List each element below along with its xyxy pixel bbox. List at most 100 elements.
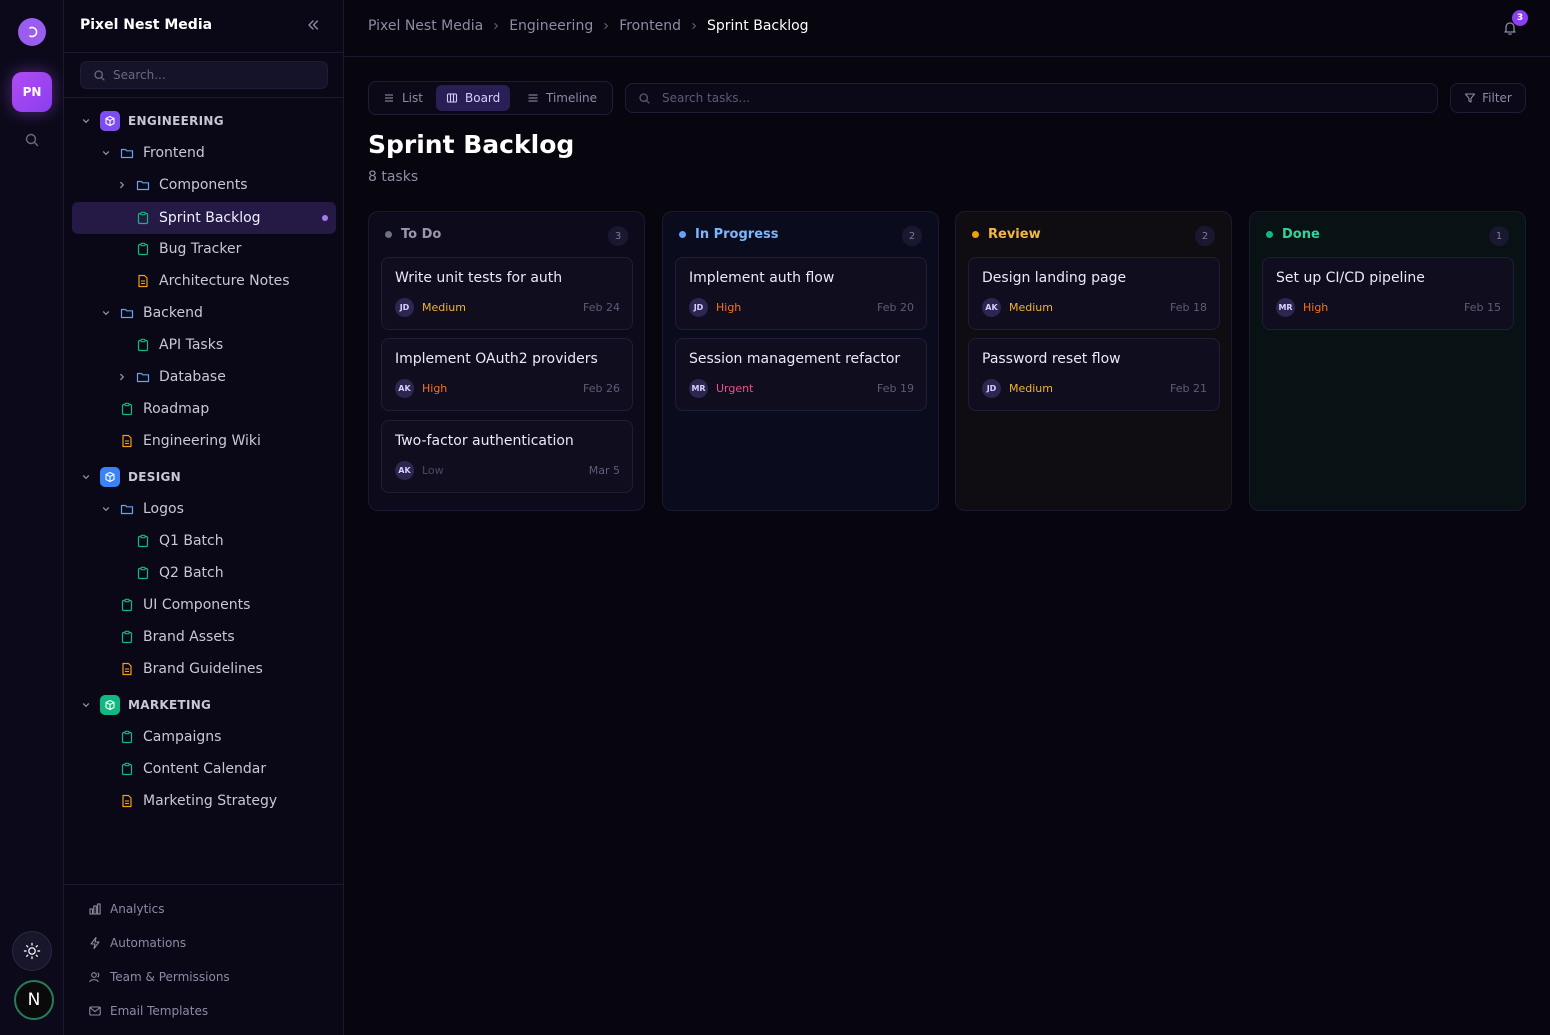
chevron-right-icon [601, 21, 611, 31]
sidebar-item-logos[interactable]: Logos [100, 493, 184, 525]
section-label: DESIGN [128, 470, 181, 484]
task-card[interactable]: Design landing page AK Medium Feb 18 [968, 257, 1220, 330]
breadcrumb-engineering[interactable]: Engineering [509, 18, 593, 34]
theme-toggle-button[interactable] [12, 931, 52, 971]
assignee-avatar: AK [395, 461, 414, 480]
sidebar-item-label: Q2 Batch [159, 565, 224, 581]
task-card[interactable]: Implement OAuth2 providers AK High Feb 2… [381, 338, 633, 411]
lightning-icon [90, 936, 100, 950]
sidebar-search[interactable] [80, 61, 328, 89]
assignee-avatar: AK [395, 379, 414, 398]
column-title: To Do [401, 227, 442, 242]
column-title: Review [988, 227, 1041, 242]
due-date: Feb 20 [877, 301, 914, 314]
column-header: In Progress [679, 227, 779, 242]
task-search[interactable] [625, 83, 1438, 113]
nav-email-templates[interactable]: Email Templates [88, 1001, 208, 1021]
clipboard-icon [120, 402, 134, 416]
collapse-sidebar-icon[interactable] [305, 17, 321, 33]
sidebar-item-database[interactable]: Database [116, 361, 226, 393]
task-card[interactable]: Password reset flow JD Medium Feb 21 [968, 338, 1220, 411]
column-count: 3 [608, 226, 628, 246]
section-design[interactable]: DESIGN [80, 461, 181, 493]
tab-list[interactable]: List [373, 85, 433, 111]
sidebar-item-label: Architecture Notes [159, 273, 290, 289]
sidebar-item-ui-components[interactable]: UI Components [120, 589, 250, 621]
task-search-input[interactable] [662, 84, 1422, 112]
sidebar-item-backend[interactable]: Backend [100, 297, 203, 329]
tab-timeline[interactable]: Timeline [517, 85, 607, 111]
column-review: Review 2 Design landing page AK Medium F… [955, 211, 1232, 511]
nav-label: Analytics [110, 902, 165, 916]
breadcrumb-workspace[interactable]: Pixel Nest Media [368, 18, 483, 34]
list-icon [385, 94, 393, 102]
sidebar-item-roadmap[interactable]: Roadmap [120, 393, 209, 425]
sidebar-item-sprint-backlog[interactable]: Sprint Backlog [136, 202, 261, 234]
task-card[interactable]: Set up CI/CD pipeline MR High Feb 15 [1262, 257, 1514, 330]
folder-icon [120, 306, 134, 320]
sidebar-item-components[interactable]: Components [116, 169, 248, 201]
workspace-avatar[interactable]: PN [12, 72, 52, 112]
task-title: Implement auth flow [689, 270, 835, 286]
priority-label: Medium [1009, 301, 1053, 314]
section-label: ENGINEERING [128, 114, 224, 128]
sidebar-item-api-tasks[interactable]: API Tasks [136, 329, 223, 361]
task-card[interactable]: Two-factor authentication AK Low Mar 5 [381, 420, 633, 493]
chevron-down-icon [80, 115, 92, 127]
sidebar-item-marketing-strategy[interactable]: Marketing Strategy [120, 785, 277, 817]
tab-board[interactable]: Board [436, 85, 511, 111]
sidebar-item-content-calendar[interactable]: Content Calendar [120, 753, 266, 785]
sidebar-item-label: Backend [143, 305, 203, 321]
view-switcher: List Board Timeline [368, 81, 613, 115]
clipboard-icon [120, 762, 134, 776]
sidebar-item-bug-tracker[interactable]: Bug Tracker [136, 233, 241, 265]
sidebar-item-label: Campaigns [143, 729, 222, 745]
chevron-right-icon [116, 179, 128, 191]
sidebar-item-engineering-wiki[interactable]: Engineering Wiki [120, 425, 261, 457]
task-card[interactable]: Implement auth flow JD High Feb 20 [675, 257, 927, 330]
sidebar-item-architecture-notes[interactable]: Architecture Notes [136, 265, 290, 297]
app-logo-icon[interactable] [18, 18, 46, 46]
sidebar-item-label: Database [159, 369, 226, 385]
nav-analytics[interactable]: Analytics [88, 899, 165, 919]
user-avatar[interactable]: N [14, 980, 54, 1020]
breadcrumb: Pixel Nest Media Engineering Frontend Sp… [368, 18, 809, 34]
due-date: Feb 21 [1170, 382, 1207, 395]
task-title: Password reset flow [982, 351, 1121, 367]
clipboard-icon [136, 566, 150, 580]
nav-label: Team & Permissions [110, 970, 230, 984]
section-engineering[interactable]: ENGINEERING [80, 105, 224, 137]
nav-automations[interactable]: Automations [88, 933, 186, 953]
tab-label: List [402, 91, 423, 105]
bar-chart-icon [89, 903, 101, 915]
priority-label: High [716, 301, 742, 314]
sidebar-item-campaigns[interactable]: Campaigns [120, 721, 221, 753]
breadcrumb-frontend[interactable]: Frontend [619, 18, 681, 34]
chevron-right-icon [689, 21, 699, 31]
task-count: 8 tasks [368, 169, 419, 185]
sidebar-item-q1-batch[interactable]: Q1 Batch [136, 525, 224, 557]
sidebar-item-frontend[interactable]: Frontend [100, 137, 205, 169]
nav-team-permissions[interactable]: Team & Permissions [88, 967, 230, 987]
timeline-icon [528, 94, 538, 102]
cube-icon [100, 111, 120, 131]
app-rail: PN N [0, 0, 64, 1035]
task-card[interactable]: Write unit tests for auth JD Medium Feb … [381, 257, 633, 330]
sidebar-search-input[interactable] [113, 62, 323, 88]
nav-label: Automations [110, 936, 187, 950]
priority-label: Urgent [716, 382, 754, 395]
assignee-avatar: MR [1276, 298, 1295, 317]
sidebar-item-brand-guidelines[interactable]: Brand Guidelines [120, 653, 263, 685]
sidebar-item-brand-assets[interactable]: Brand Assets [120, 621, 235, 653]
clipboard-icon [136, 338, 150, 352]
section-marketing[interactable]: MARKETING [80, 689, 211, 721]
clipboard-icon [120, 730, 134, 744]
sidebar: Pixel Nest Media ENGINEERING Frontend Co… [64, 0, 344, 1035]
filter-button[interactable]: Filter [1450, 83, 1526, 113]
sidebar-item-q2-batch[interactable]: Q2 Batch [136, 557, 224, 589]
search-icon[interactable] [24, 132, 40, 148]
assignee-avatar: JD [982, 379, 1001, 398]
divider [64, 97, 343, 98]
task-card[interactable]: Session management refactor MR Urgent Fe… [675, 338, 927, 411]
due-date: Feb 15 [1464, 301, 1501, 314]
